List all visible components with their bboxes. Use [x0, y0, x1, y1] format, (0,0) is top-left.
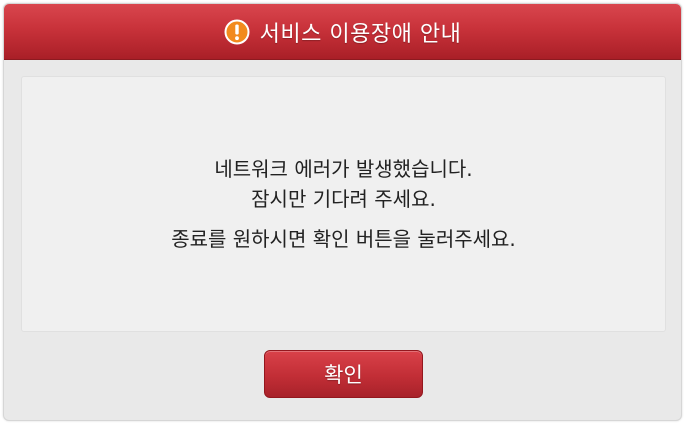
- error-dialog: 서비스 이용장애 안내 네트워크 에러가 발생했습니다. 잠시만 기다려 주세요…: [3, 3, 682, 421]
- dialog-title-bar: 서비스 이용장애 안내: [4, 4, 681, 60]
- error-message-line: 네트워크 에러가 발생했습니다.: [214, 157, 473, 181]
- exclamation-circle-icon: [224, 19, 250, 45]
- exit-instruction-line: 종료를 원하시면 확인 버튼을 눌러주세요.: [171, 227, 516, 251]
- confirm-button[interactable]: 확인: [264, 350, 423, 398]
- dialog-title: 서비스 이용장애 안내: [259, 21, 462, 47]
- message-panel: 네트워크 에러가 발생했습니다. 잠시만 기다려 주세요. 종료를 원하시면 확…: [21, 76, 666, 332]
- wait-message-line: 잠시만 기다려 주세요.: [251, 187, 436, 211]
